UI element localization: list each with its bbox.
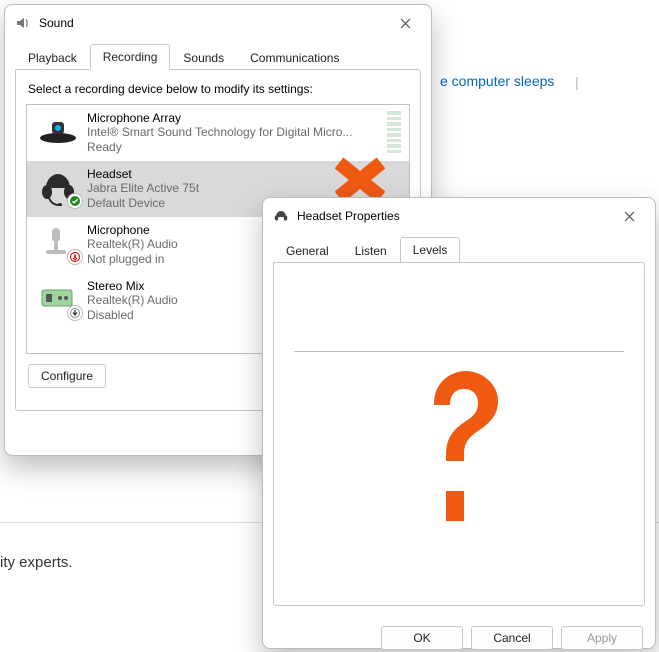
device-status: Disabled: [87, 308, 178, 323]
bg-footer-text: ity experts.: [0, 554, 73, 571]
close-icon: [400, 18, 411, 29]
sound-tabs: Playback Recording Sounds Communications: [5, 43, 431, 69]
bg-link-divider: |: [575, 74, 579, 90]
headset-small-icon: [273, 208, 289, 224]
props-close-button[interactable]: [607, 201, 651, 231]
device-status: Default Device: [87, 196, 199, 211]
webcam-mic-icon: [35, 111, 81, 151]
tab-sounds[interactable]: Sounds: [170, 45, 237, 70]
device-name: Microphone Array: [87, 111, 352, 125]
check-badge-icon: [67, 193, 83, 209]
device-name: Stereo Mix: [87, 279, 178, 293]
props-titlebar[interactable]: Headset Properties: [263, 198, 655, 234]
soundcard-icon: [35, 279, 81, 319]
tab-listen[interactable]: Listen: [342, 238, 400, 263]
headset-properties-dialog: Headset Properties General Listen Levels…: [262, 197, 656, 649]
props-footer: OK Cancel Apply: [263, 616, 655, 652]
tab-communications[interactable]: Communications: [237, 45, 352, 70]
disabled-badge-icon: [67, 305, 83, 321]
unplugged-badge-icon: [67, 249, 83, 265]
sound-title: Sound: [39, 16, 383, 30]
bg-link-sleep[interactable]: e computer sleeps: [440, 73, 554, 89]
props-apply-button[interactable]: Apply: [561, 626, 643, 650]
tab-playback[interactable]: Playback: [15, 45, 90, 70]
device-desc: Realtek(R) Audio: [87, 237, 178, 252]
tab-general[interactable]: General: [273, 238, 342, 263]
device-desc: Intel® Smart Sound Technology for Digita…: [87, 125, 352, 140]
close-icon: [624, 211, 635, 222]
tab-levels[interactable]: Levels: [400, 237, 461, 263]
recording-instruction: Select a recording device below to modif…: [28, 82, 410, 96]
props-cancel-button[interactable]: Cancel: [471, 626, 553, 650]
device-desc: Jabra Elite Active 75t: [87, 181, 199, 196]
annotation-question-icon: [404, 363, 514, 533]
sound-close-button[interactable]: [383, 8, 427, 38]
props-ok-button[interactable]: OK: [381, 626, 463, 650]
device-status: Ready: [87, 140, 352, 155]
desk-mic-icon: [35, 223, 81, 263]
props-title: Headset Properties: [297, 209, 607, 223]
device-status: Not plugged in: [87, 252, 178, 267]
levels-separator: [294, 351, 624, 352]
level-meter: [387, 111, 401, 153]
tab-recording[interactable]: Recording: [90, 44, 171, 70]
props-tabpanel: [273, 262, 645, 606]
configure-button[interactable]: Configure: [28, 364, 106, 388]
device-name: Headset: [87, 167, 199, 181]
headset-icon: [35, 167, 81, 207]
sound-titlebar[interactable]: Sound: [5, 5, 431, 41]
speaker-icon: [15, 15, 31, 31]
device-item-mic-array[interactable]: Microphone Array Intel® Smart Sound Tech…: [27, 105, 409, 161]
device-desc: Realtek(R) Audio: [87, 293, 178, 308]
device-name: Microphone: [87, 223, 178, 237]
props-tabs: General Listen Levels: [263, 236, 655, 262]
